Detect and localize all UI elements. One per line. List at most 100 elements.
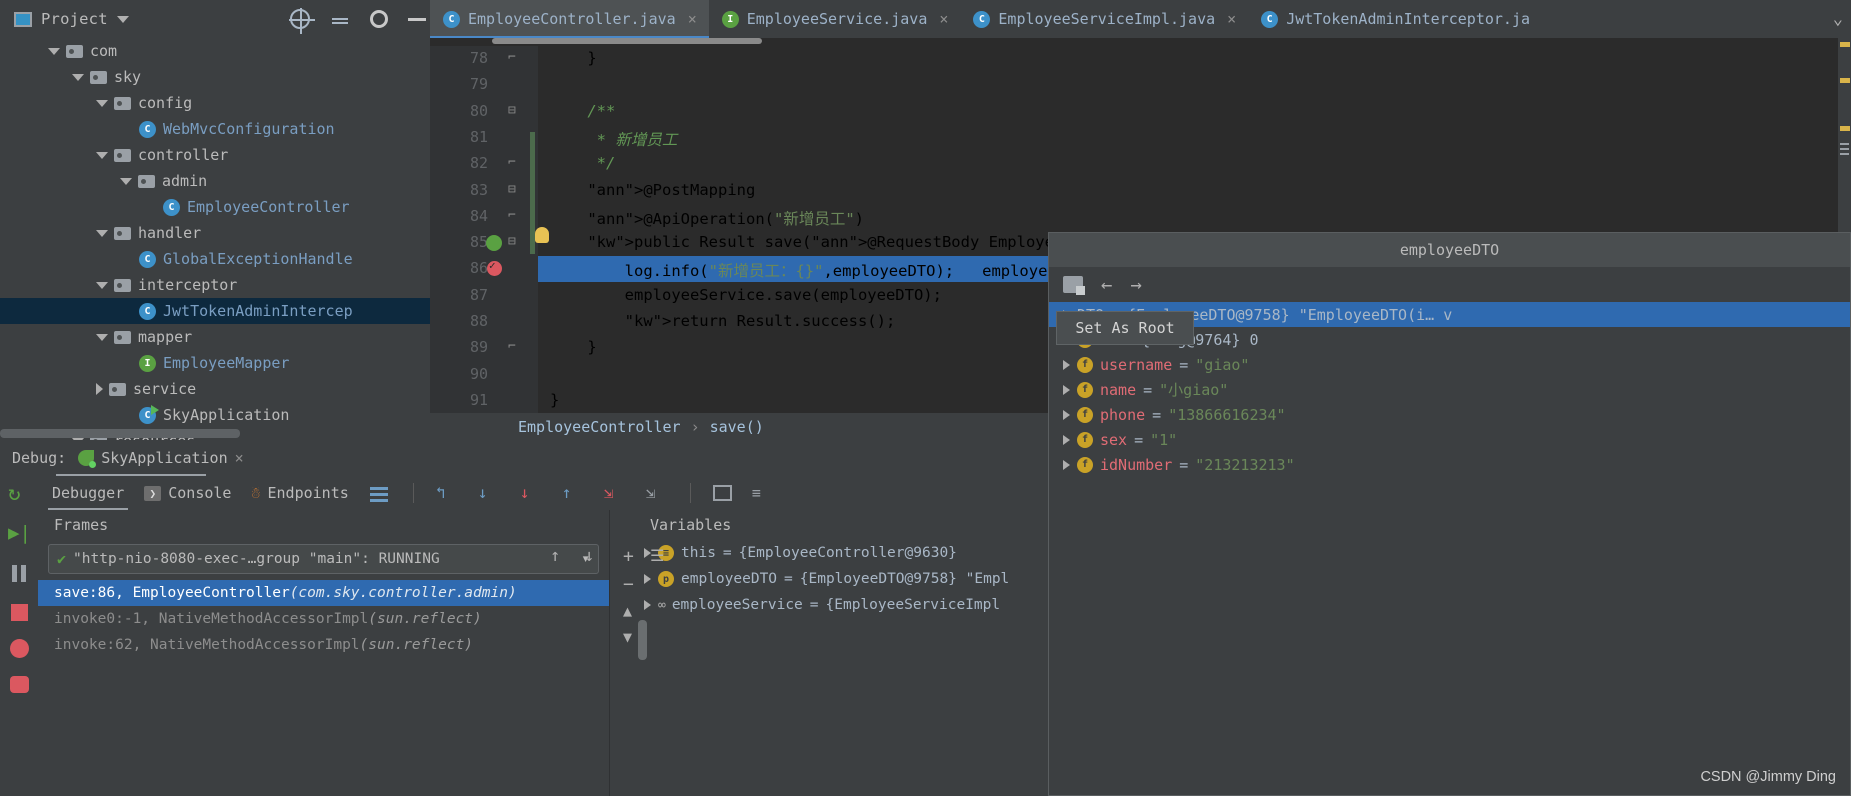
chevron-down-icon[interactable] xyxy=(96,229,108,237)
resume-icon[interactable]: ▶| xyxy=(8,522,31,544)
variable-inspect-popup[interactable]: employeeDTO ← → DTO={EmployeeDTO@9758} "… xyxy=(1048,232,1851,796)
collapse-all-icon[interactable] xyxy=(330,10,350,28)
warning-marker-icon[interactable] xyxy=(1840,42,1850,47)
debug-session-tab[interactable]: SkyApplication × xyxy=(78,449,244,468)
run-method-icon[interactable] xyxy=(486,235,502,252)
breakpoint-icon[interactable] xyxy=(487,259,502,277)
fold-expand-icon[interactable]: ⊟ xyxy=(508,182,516,197)
chevron-down-icon[interactable] xyxy=(48,47,60,55)
chevron-right-icon[interactable] xyxy=(1063,384,1070,395)
force-step-into-icon[interactable]: ↓ xyxy=(520,483,542,503)
tab-debugger[interactable]: Debugger xyxy=(47,476,129,510)
minimize-icon[interactable] xyxy=(408,17,426,21)
chevron-down-icon[interactable] xyxy=(116,15,129,23)
variable-row[interactable]: ≡ this = {EmployeeController@9630} xyxy=(630,540,1048,566)
tree-item-jwttokenadminintercep[interactable]: C JwtTokenAdminIntercep xyxy=(0,298,430,324)
close-icon[interactable]: × xyxy=(235,449,244,467)
close-icon[interactable]: × xyxy=(1227,10,1236,28)
tab-console[interactable]: ❯ Console xyxy=(144,476,231,510)
chevron-right-icon[interactable] xyxy=(1063,359,1070,370)
chevron-right-icon[interactable] xyxy=(1063,409,1070,420)
editor-tab-employeeservice[interactable]: I EmployeeService.java × xyxy=(709,0,961,38)
tree-item-service[interactable]: service xyxy=(0,376,430,402)
stack-frame-row[interactable]: invoke0:-1, NativeMethodAccessorImpl (su… xyxy=(38,606,609,632)
tree-item-skyapplication[interactable]: C SkyApplication xyxy=(0,402,430,428)
tree-item-com[interactable]: com xyxy=(0,38,430,64)
pause-icon[interactable] xyxy=(8,562,30,584)
warning-marker-icon[interactable] xyxy=(1840,78,1850,83)
remove-icon[interactable]: − xyxy=(623,574,634,595)
move-up-icon[interactable]: ▲ xyxy=(623,602,632,620)
table-icon[interactable] xyxy=(712,485,732,501)
fold-collapse-icon[interactable]: ⌐ xyxy=(508,339,516,354)
variable-row[interactable]: p employeeDTO = {EmployeeDTO@9758} "Empl xyxy=(630,566,1048,592)
editor-tab-employeecontroller[interactable]: C EmployeeController.java × xyxy=(430,0,709,38)
warning-marker-icon[interactable] xyxy=(1840,126,1850,131)
chevron-down-icon[interactable] xyxy=(120,177,132,185)
step-over-icon[interactable]: ↰ xyxy=(436,483,458,503)
chevron-right-icon[interactable] xyxy=(1063,459,1070,470)
chevron-down-icon[interactable] xyxy=(96,333,108,341)
editor-tab-employeeserviceimpl[interactable]: C EmployeeServiceImpl.java × xyxy=(960,0,1248,38)
popup-variable-row[interactable]: f username = "giao" xyxy=(1049,352,1850,377)
gear-icon[interactable] xyxy=(370,10,388,28)
forward-arrow-icon[interactable]: → xyxy=(1130,274,1141,296)
chevron-right-icon[interactable] xyxy=(644,600,651,610)
move-down-icon[interactable]: ↓ xyxy=(584,546,594,566)
tree-item-mapper[interactable]: mapper xyxy=(0,324,430,350)
tree-horizontal-scrollbar[interactable] xyxy=(0,429,240,438)
run-to-cursor-icon[interactable]: ⇲ xyxy=(604,483,626,503)
chevron-right-icon[interactable] xyxy=(644,574,651,584)
intention-bulb-icon[interactable] xyxy=(535,227,549,244)
rerun-icon[interactable]: ↻ xyxy=(8,482,30,504)
close-icon[interactable]: × xyxy=(939,10,948,28)
variable-row[interactable]: ∞ employeeService = {EmployeeServiceImpl xyxy=(630,592,1048,618)
popup-variable-row[interactable]: f idNumber = "213213213" xyxy=(1049,452,1850,477)
breadcrumb-class[interactable]: EmployeeController xyxy=(518,418,681,436)
fold-collapse-icon[interactable]: ⌐ xyxy=(508,50,516,65)
chevron-down-icon[interactable] xyxy=(96,99,108,107)
editor-gutter[interactable]: 78 ⌐ 79 80 ⊟ 81 82 ⌐ 83 ⊟ 84 ⌐ 85 ⊟ 86 87 88 89 ⌐ 90 91 xyxy=(430,46,538,413)
step-into-icon[interactable]: ↓ xyxy=(478,483,500,503)
stack-frame-list[interactable]: save:86, EmployeeController (com.sky.con… xyxy=(38,580,609,658)
popup-variable-row[interactable]: f name = "小giao" xyxy=(1049,377,1850,402)
editor-tab-jwttokenadmininterceptor[interactable]: C JwtTokenAdminInterceptor.ja xyxy=(1248,0,1542,38)
back-arrow-icon[interactable]: ← xyxy=(1101,274,1112,296)
project-tree[interactable]: com sky config C WebMvcConfiguration controll… xyxy=(0,38,430,440)
tree-item-sky[interactable]: sky xyxy=(0,64,430,90)
variables-list[interactable]: ≡ this = {EmployeeController@9630} p employee… xyxy=(610,540,1048,618)
chevron-down-icon[interactable] xyxy=(96,281,108,289)
step-out-icon[interactable]: ↑ xyxy=(562,483,584,503)
stop-icon[interactable] xyxy=(10,604,28,621)
move-up-icon[interactable]: ↑ xyxy=(550,546,560,566)
close-icon[interactable]: × xyxy=(688,10,697,28)
popup-variable-row[interactable]: f sex = "1" xyxy=(1049,427,1850,452)
chevron-down-icon[interactable]: ⌄ xyxy=(1833,9,1843,29)
popup-variable-row[interactable]: f phone = "13866616234" xyxy=(1049,402,1850,427)
mute-breakpoints-icon[interactable] xyxy=(9,639,29,658)
chevron-down-icon[interactable] xyxy=(96,151,108,159)
tab-endpoints[interactable]: ☃ Endpoints xyxy=(251,476,348,510)
chevron-right-icon[interactable] xyxy=(96,383,103,395)
evaluate-icon[interactable]: ⇲ xyxy=(646,483,668,503)
tree-item-config[interactable]: config xyxy=(0,90,430,116)
filter-icon[interactable]: ☰ xyxy=(650,546,664,565)
tree-item-employeemapper[interactable]: I EmployeeMapper xyxy=(0,350,430,376)
screenshot-icon[interactable] xyxy=(9,676,29,693)
stack-frame-row[interactable]: save:86, EmployeeController (com.sky.con… xyxy=(38,580,609,606)
fold-collapse-icon[interactable]: ⌐ xyxy=(508,208,516,223)
stack-frame-row[interactable]: invoke:62, NativeMethodAccessorImpl (sun… xyxy=(38,632,609,658)
target-icon[interactable] xyxy=(289,8,315,34)
thread-selector[interactable]: ✔ "http-nio-8080-exec-…group "main": RUN… xyxy=(48,544,599,574)
tree-item-handler[interactable]: handler xyxy=(0,220,430,246)
tree-item-employeecontroller[interactable]: C EmployeeController xyxy=(0,194,430,220)
set-as-root-icon[interactable] xyxy=(1063,276,1085,295)
chevron-down-icon[interactable] xyxy=(72,73,84,81)
tree-item-controller[interactable]: controller xyxy=(0,142,430,168)
fold-expand-icon[interactable]: ⊟ xyxy=(508,234,516,249)
add-icon[interactable]: + xyxy=(623,546,634,567)
settings-icon[interactable]: ≡ xyxy=(752,484,761,502)
layout-icon[interactable] xyxy=(369,483,391,503)
chevron-right-icon[interactable] xyxy=(1063,434,1070,445)
tree-item-globalexceptionhandle[interactable]: C GlobalExceptionHandle xyxy=(0,246,430,272)
